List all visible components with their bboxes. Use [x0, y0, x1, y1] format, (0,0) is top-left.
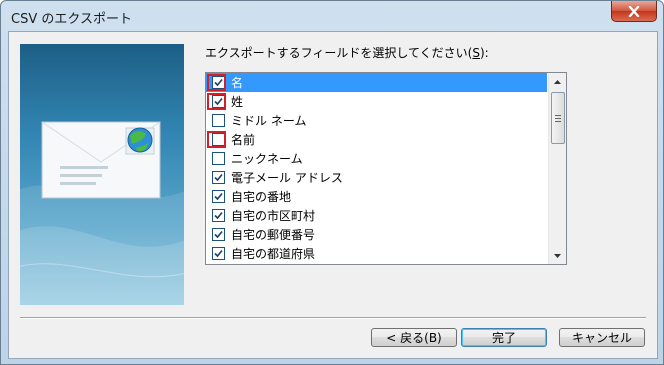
back-button[interactable]: < 戻る(B) [371, 328, 457, 347]
grip-icon [555, 114, 561, 122]
field-label: 名前 [231, 133, 256, 147]
field-row[interactable]: 名 [206, 73, 547, 92]
scroll-down-button[interactable] [549, 247, 566, 264]
field-row[interactable]: ミドル ネーム [206, 111, 547, 130]
checkmark-icon [214, 230, 223, 239]
cancel-button-label: キャンセル [571, 331, 632, 345]
close-button[interactable] [611, 1, 657, 22]
close-icon [628, 5, 640, 17]
title-bar[interactable]: CSV のエクスポート [1, 1, 663, 31]
field-row[interactable]: 姓 [206, 92, 547, 111]
instruction-suffix: ): [480, 46, 489, 60]
cancel-button[interactable]: キャンセル [559, 328, 645, 347]
field-row[interactable]: 自宅の番地 [206, 187, 547, 206]
checkmark-icon [214, 173, 223, 182]
field-checkbox[interactable] [212, 190, 225, 203]
highlight-box [207, 93, 226, 110]
scroll-thumb[interactable] [551, 92, 565, 144]
checkmark-icon [214, 249, 223, 258]
field-checkbox[interactable] [212, 209, 225, 222]
field-row[interactable]: ニックネーム [206, 149, 547, 168]
checkmark-icon [214, 192, 223, 201]
instruction-text: エクスポートするフィールドを選択してください( [205, 46, 473, 60]
field-checkbox[interactable] [212, 152, 225, 165]
dialog-client-area: エクスポートするフィールドを選択してください(S): 名姓ミドル ネーム 名前ニッ… [8, 31, 658, 359]
export-dialog: CSV のエクスポート エクスポートするフィールドを選択してください(S): 名… [0, 0, 664, 365]
field-label: 自宅の郵便番号 [231, 228, 316, 242]
field-label: 姓 [231, 95, 244, 109]
field-label: 自宅の市区町村 [231, 209, 316, 223]
scroll-up-button[interactable] [549, 73, 566, 90]
field-label: 電子メール アドレス [231, 171, 343, 185]
separator [20, 317, 646, 319]
envelope-illustration [20, 121, 184, 305]
field-label: 自宅の番地 [231, 190, 292, 204]
field-row[interactable]: 自宅の都道府県 [206, 244, 547, 263]
vertical-scrollbar[interactable] [548, 73, 566, 264]
checkmark-icon [214, 211, 223, 220]
field-label: 自宅の都道府県 [231, 247, 316, 261]
highlight-box [207, 131, 226, 148]
finish-button[interactable]: 完了 [461, 328, 547, 347]
window-title: CSV のエクスポート [11, 12, 132, 27]
globe-icon [127, 127, 153, 153]
finish-button-label: 完了 [491, 331, 516, 345]
wizard-illustration [20, 44, 184, 305]
field-label: 名 [231, 76, 244, 90]
field-checkbox[interactable] [212, 228, 225, 241]
field-label: ミドル ネーム [231, 114, 307, 128]
field-checkbox[interactable] [212, 114, 225, 127]
field-list-rows: 名姓ミドル ネーム 名前ニックネーム電子メール アドレス 自宅の番地自宅の市区町村自… [206, 73, 547, 264]
scroll-down-icon [554, 253, 561, 258]
highlight-box [207, 74, 226, 91]
field-row[interactable]: 自宅の市区町村 [206, 206, 547, 225]
instruction-label: エクスポートするフィールドを選択してください(S): [205, 44, 489, 61]
field-row[interactable]: 名前 [206, 130, 547, 149]
field-list[interactable]: 名姓ミドル ネーム 名前ニックネーム電子メール アドレス 自宅の番地自宅の市区町村自… [205, 72, 567, 265]
field-row[interactable]: 自宅の郵便番号 [206, 225, 547, 244]
instruction-accel-key: S [472, 46, 480, 60]
field-label: ニックネーム [231, 152, 303, 166]
back-button-label: < 戻る(B) [386, 331, 442, 345]
field-checkbox[interactable] [212, 171, 225, 184]
scroll-up-icon [554, 79, 561, 84]
field-checkbox[interactable] [212, 247, 225, 260]
field-row[interactable]: 電子メール アドレス [206, 168, 547, 187]
